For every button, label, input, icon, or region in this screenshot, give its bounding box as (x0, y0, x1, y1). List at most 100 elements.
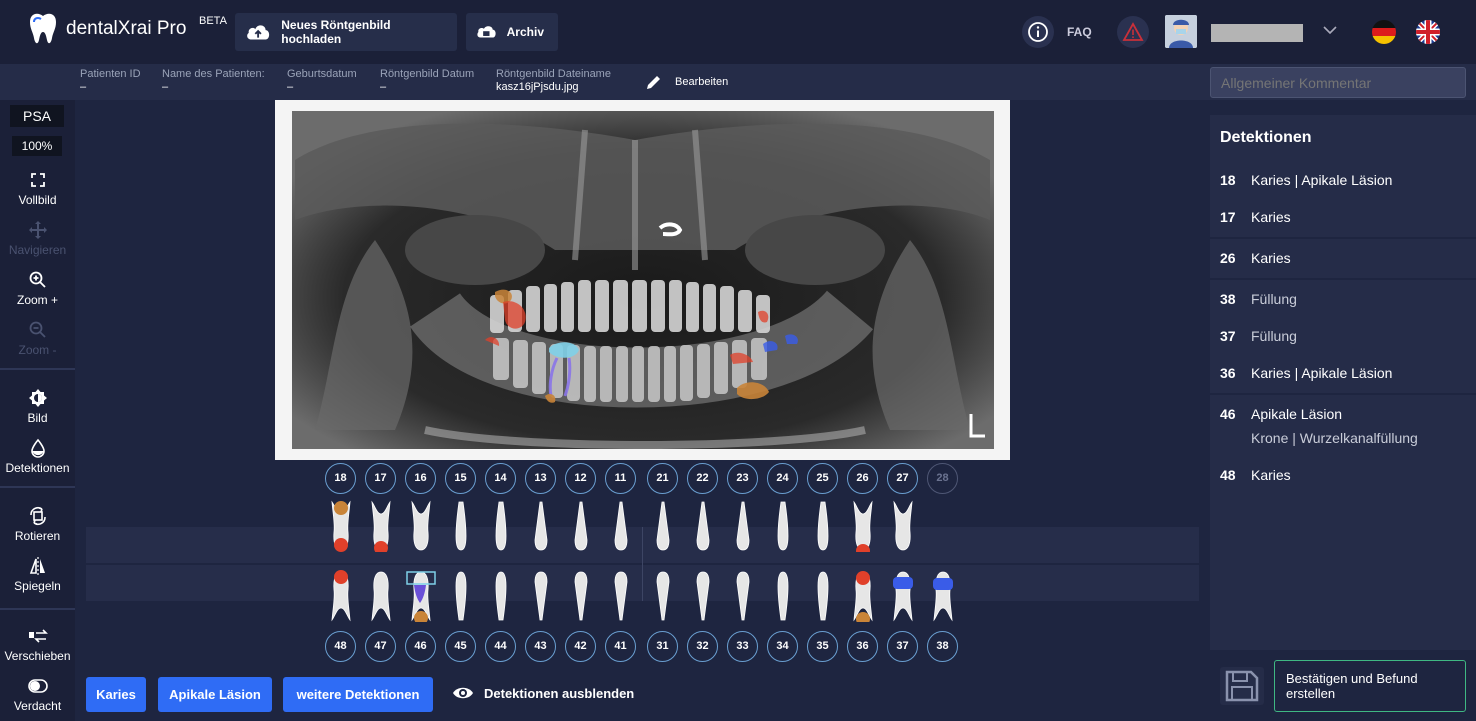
rotate-label: Rotieren (14, 529, 61, 543)
tooth-33[interactable] (729, 570, 757, 622)
tooth-number-25[interactable]: 25 (807, 463, 838, 494)
tooth-number-26[interactable]: 26 (847, 463, 878, 494)
shift-button[interactable]: Verschieben (0, 626, 75, 663)
tooth-11[interactable] (607, 500, 635, 552)
tooth-27[interactable] (889, 500, 917, 552)
avatar[interactable] (1165, 15, 1197, 48)
tooth-number-21[interactable]: 21 (647, 463, 678, 494)
tooth-number-32[interactable]: 32 (687, 631, 718, 662)
tooth-24[interactable] (769, 500, 797, 552)
tooth-43[interactable] (527, 570, 555, 622)
tooth-number-15[interactable]: 15 (445, 463, 476, 494)
view-mode-badge[interactable]: PSA (10, 105, 64, 127)
tooth-number-13[interactable]: 13 (525, 463, 556, 494)
tooth-number-41[interactable]: 41 (605, 631, 636, 662)
tooth-number-16[interactable]: 16 (405, 463, 436, 494)
tooth-number-48[interactable]: 48 (325, 631, 356, 662)
tooth-14[interactable] (487, 500, 515, 552)
zoom-in-label: Zoom + (16, 293, 58, 307)
field-label: Name des Patienten: (162, 68, 265, 80)
tooth-number-42[interactable]: 42 (565, 631, 596, 662)
tooth-47[interactable] (367, 570, 395, 622)
chevron-down-icon[interactable] (1322, 22, 1338, 38)
tooth-number-33[interactable]: 33 (727, 631, 758, 662)
tooth-41[interactable] (607, 570, 635, 622)
tooth-16[interactable] (407, 500, 435, 552)
navigate-button[interactable]: Navigieren (0, 220, 75, 257)
tooth-18[interactable] (327, 500, 355, 552)
caries-filter-button[interactable]: Karies (86, 677, 146, 712)
hide-detections-button[interactable]: Detektionen ausblenden (452, 685, 634, 701)
tooth-34[interactable] (769, 570, 797, 622)
tooth-number-17[interactable]: 17 (365, 463, 396, 494)
mirror-button[interactable]: Spiegeln (0, 556, 75, 593)
rotate-button[interactable]: Rotieren (0, 506, 75, 543)
tooth-number-46[interactable]: 46 (405, 631, 436, 662)
tooth-22[interactable] (689, 500, 717, 552)
archive-button[interactable]: Archiv (466, 13, 558, 51)
tooth-number-37[interactable]: 37 (887, 631, 918, 662)
edit-label: Bearbeiten (675, 76, 729, 88)
confirm-report-button[interactable]: Bestätigen und Befund erstellen (1274, 660, 1466, 712)
tooth-42[interactable] (567, 570, 595, 622)
tooth-17[interactable] (367, 500, 395, 552)
username-redacted[interactable] (1211, 24, 1303, 42)
tooth-21[interactable] (649, 500, 677, 552)
tooth-31[interactable] (649, 570, 677, 622)
panoramic-xray[interactable]: L (275, 100, 1010, 460)
suspicion-label: Verdacht (13, 699, 62, 713)
tooth-23[interactable] (729, 500, 757, 552)
zoom-out-button[interactable]: Zoom - (0, 320, 75, 357)
tooth-number-36[interactable]: 36 (847, 631, 878, 662)
tooth-48[interactable] (327, 570, 355, 622)
fullscreen-button[interactable]: Vollbild (0, 170, 75, 207)
image-label: Bild (27, 411, 48, 425)
tooth-number-45[interactable]: 45 (445, 631, 476, 662)
faq-button[interactable]: FAQ (1022, 16, 1092, 48)
tooth-12[interactable] (567, 500, 595, 552)
tooth-number-23[interactable]: 23 (727, 463, 758, 494)
tooth-32[interactable] (689, 570, 717, 622)
general-comment-input[interactable] (1210, 67, 1466, 98)
tooth-26[interactable] (849, 500, 877, 552)
tooth-number-14[interactable]: 14 (485, 463, 516, 494)
tooth-36[interactable] (849, 570, 877, 622)
save-icon[interactable] (1220, 667, 1264, 705)
field-value: – (80, 81, 87, 93)
tooth-number-18[interactable]: 18 (325, 463, 356, 494)
tooth-25[interactable] (809, 500, 837, 552)
cloud-archive-icon (477, 26, 496, 38)
tooth-number-27[interactable]: 27 (887, 463, 918, 494)
logo[interactable]: dentalXrai Pro BETA (28, 12, 227, 46)
tooth-number-24[interactable]: 24 (767, 463, 798, 494)
tooth-number-35[interactable]: 35 (807, 631, 838, 662)
tooth-number-47[interactable]: 47 (365, 631, 396, 662)
tooth-number-34[interactable]: 34 (767, 631, 798, 662)
more-detections-button[interactable]: weitere Detektionen (283, 677, 433, 712)
detections-toggle-button[interactable]: Detektionen (0, 438, 75, 475)
tooth-number-43[interactable]: 43 (525, 631, 556, 662)
german-flag-icon[interactable] (1372, 20, 1396, 44)
upload-button[interactable]: Neues Röntgenbild hochladen (235, 13, 457, 51)
zoom-in-button[interactable]: Zoom + (0, 270, 75, 307)
tooth-45[interactable] (447, 570, 475, 622)
tooth-number-31[interactable]: 31 (647, 631, 678, 662)
mirror-icon (29, 557, 45, 575)
edit-button[interactable]: Bearbeiten (645, 73, 728, 91)
tooth-35[interactable] (809, 570, 837, 622)
apical-lesion-filter-button[interactable]: Apikale Läsion (158, 677, 272, 712)
left-toolbar: PSA 100% Vollbild Navigieren Zoom + Zoom… (0, 100, 75, 721)
tooth-44[interactable] (487, 570, 515, 622)
tooth-13[interactable] (527, 500, 555, 552)
tooth-number-11[interactable]: 11 (605, 463, 636, 494)
image-settings-button[interactable]: Bild (0, 388, 75, 425)
tooth-15[interactable] (447, 500, 475, 552)
tooth-number-38[interactable]: 38 (927, 631, 958, 662)
tooth-number-28[interactable]: 28 (927, 463, 958, 494)
warning-icon[interactable] (1117, 16, 1149, 48)
suspicion-toggle[interactable]: Verdacht (0, 676, 75, 713)
uk-flag-icon[interactable] (1416, 20, 1440, 44)
tooth-number-44[interactable]: 44 (485, 631, 516, 662)
tooth-number-22[interactable]: 22 (687, 463, 718, 494)
tooth-number-12[interactable]: 12 (565, 463, 596, 494)
